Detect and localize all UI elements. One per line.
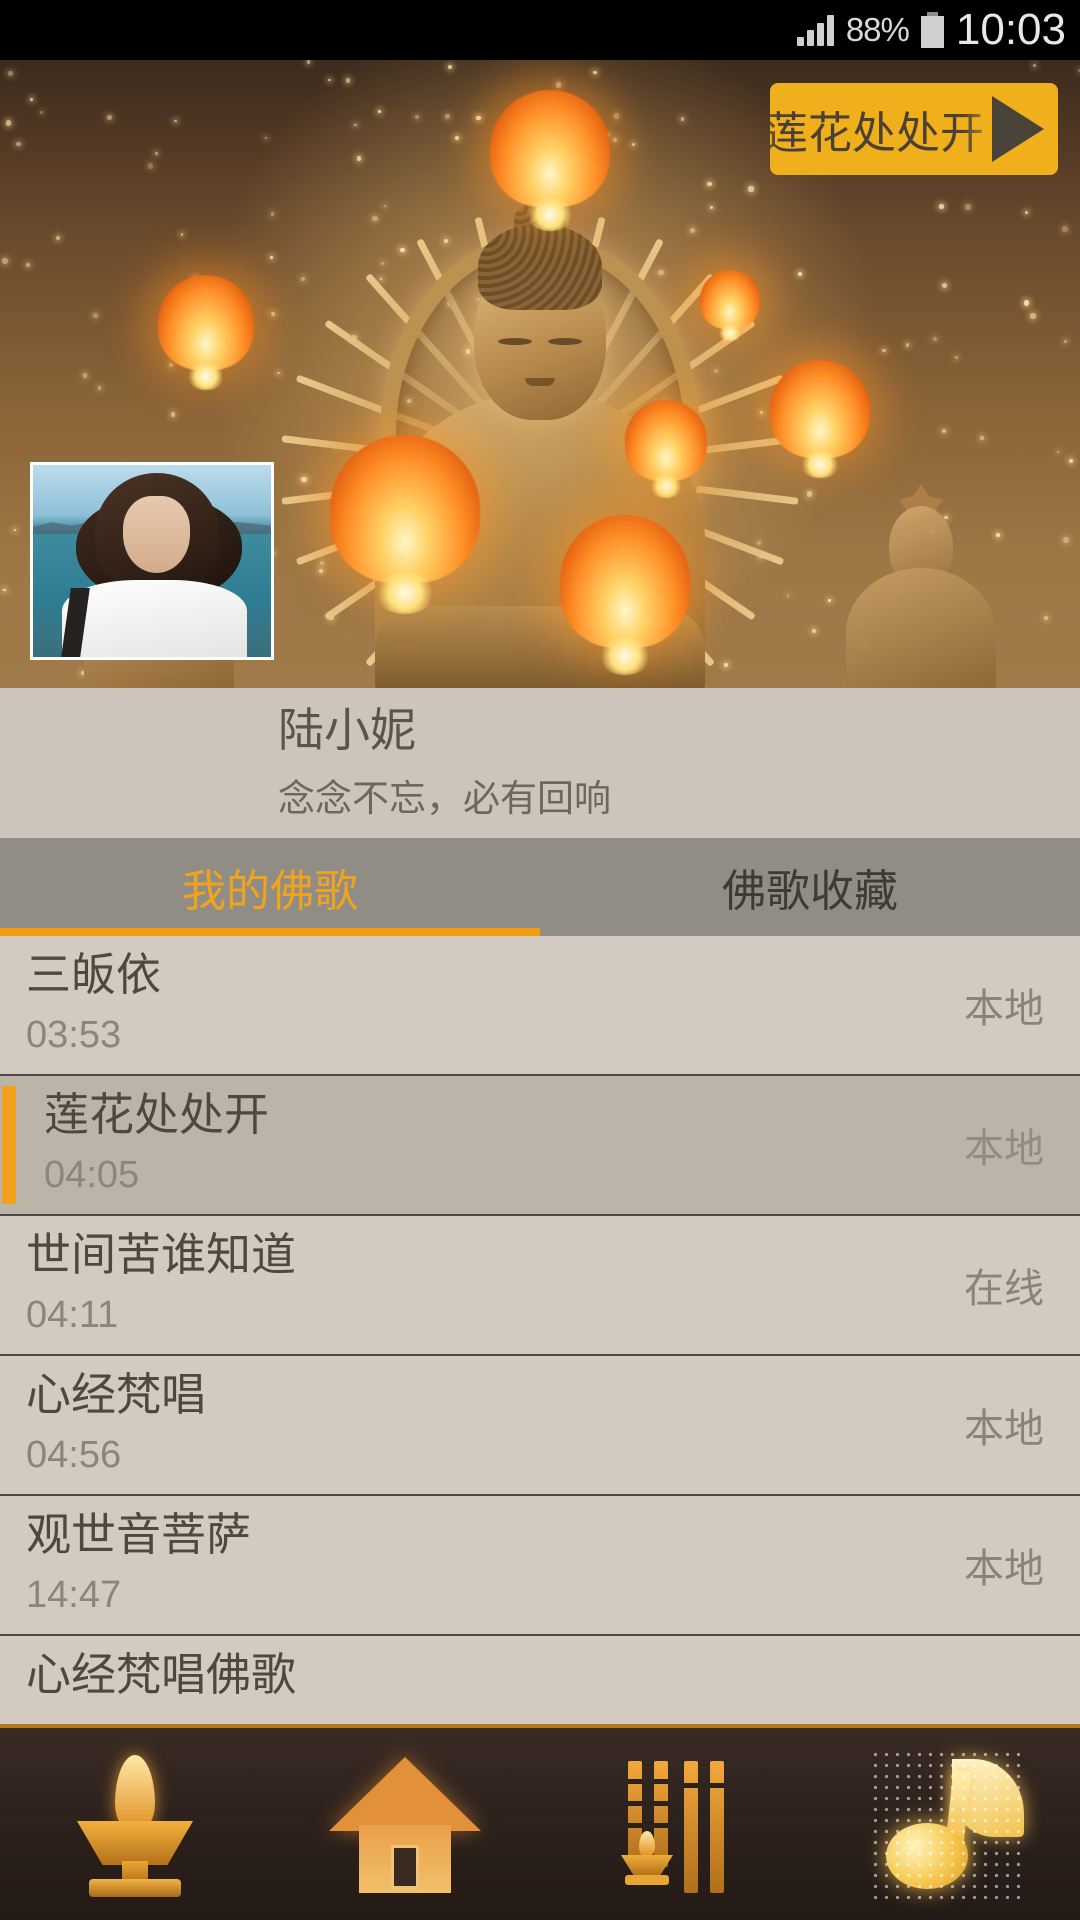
song-row[interactable]: 莲花处处开 04:05 本地 — [0, 1076, 1080, 1216]
song-title: 观世音菩萨 — [26, 1509, 252, 1560]
incense-sticks-icon — [600, 1749, 750, 1899]
tab-active-underline — [0, 928, 540, 936]
nav-item-incense[interactable] — [540, 1728, 810, 1920]
song-source-label: 本地 — [964, 987, 1044, 1031]
temple-house-icon — [329, 1749, 481, 1899]
bodhisattva-statue-right — [846, 484, 996, 688]
song-row[interactable]: 三皈依 03:53 本地 — [0, 936, 1080, 1076]
profile-bar: 陆小妮 念念不忘，必有回响 — [0, 462, 1080, 838]
song-row[interactable]: 世间苦谁知道 04:11 在线 — [0, 1216, 1080, 1356]
sky-lantern-icon — [490, 90, 610, 240]
song-row[interactable]: 观世音菩萨 14:47 本地 — [0, 1496, 1080, 1636]
now-playing-button[interactable]: 莲花处处开 — [770, 83, 1058, 175]
sky-lantern-icon — [158, 275, 254, 397]
now-playing-title: 莲花处处开 — [770, 109, 984, 158]
oil-lamp-icon — [60, 1749, 210, 1899]
song-duration: 04:05 — [44, 1153, 140, 1196]
nav-item-music[interactable] — [810, 1728, 1080, 1920]
song-duration: 03:53 — [26, 1013, 122, 1056]
music-note-icon — [870, 1749, 1024, 1899]
signal-bars-icon — [796, 14, 834, 46]
nav-item-home[interactable] — [270, 1728, 540, 1920]
song-title: 心经梵唱 — [26, 1369, 207, 1420]
nav-item-lamp[interactable] — [0, 1728, 270, 1920]
song-source-label: 本地 — [964, 1547, 1044, 1591]
battery-icon — [920, 12, 944, 48]
sky-lantern-icon — [770, 360, 870, 486]
tab-my-songs[interactable]: 我的佛歌 — [0, 838, 540, 936]
sky-lantern-icon — [625, 400, 707, 504]
song-title: 三皈依 — [26, 949, 162, 1000]
song-source-label: 本地 — [964, 1127, 1044, 1171]
sky-lantern-icon — [700, 270, 760, 346]
play-triangle-icon[interactable] — [992, 96, 1044, 162]
song-title: 心经梵唱佛歌 — [26, 1649, 297, 1700]
song-title: 世间苦谁知道 — [26, 1229, 297, 1280]
status-bar-clock: 10:03 — [955, 5, 1066, 54]
profile-motto: 念念不忘，必有回响 — [278, 778, 611, 820]
battery-percent-label: 88% — [845, 11, 910, 48]
song-row[interactable]: 心经梵唱 04:56 本地 — [0, 1356, 1080, 1496]
song-duration: 14:47 — [26, 1573, 122, 1616]
bottom-nav-bar — [0, 1724, 1080, 1920]
sky-lantern-icon — [560, 515, 690, 685]
avatar[interactable] — [30, 462, 274, 660]
now-playing-indicator — [2, 1086, 16, 1204]
tab-bar: 我的佛歌 佛歌收藏 — [0, 838, 1080, 936]
song-duration: 04:11 — [26, 1293, 119, 1336]
profile-name: 陆小妮 — [278, 703, 416, 756]
song-duration: 04:56 — [26, 1433, 122, 1476]
song-list[interactable]: 三皈依 03:53 本地 莲花处处开 04:05 本地 世间苦谁知道 04:11 在线 心经梵唱 0… — [0, 936, 1080, 1724]
song-row[interactable]: 心经梵唱佛歌 — [0, 1636, 1080, 1724]
status-bar: 88% 10:03 — [0, 0, 1080, 60]
song-source-label: 在线 — [964, 1267, 1044, 1311]
tab-favorites[interactable]: 佛歌收藏 — [540, 838, 1080, 936]
song-source-label: 本地 — [964, 1407, 1044, 1451]
sky-lantern-icon — [330, 435, 480, 625]
song-title: 莲花处处开 — [44, 1089, 270, 1140]
